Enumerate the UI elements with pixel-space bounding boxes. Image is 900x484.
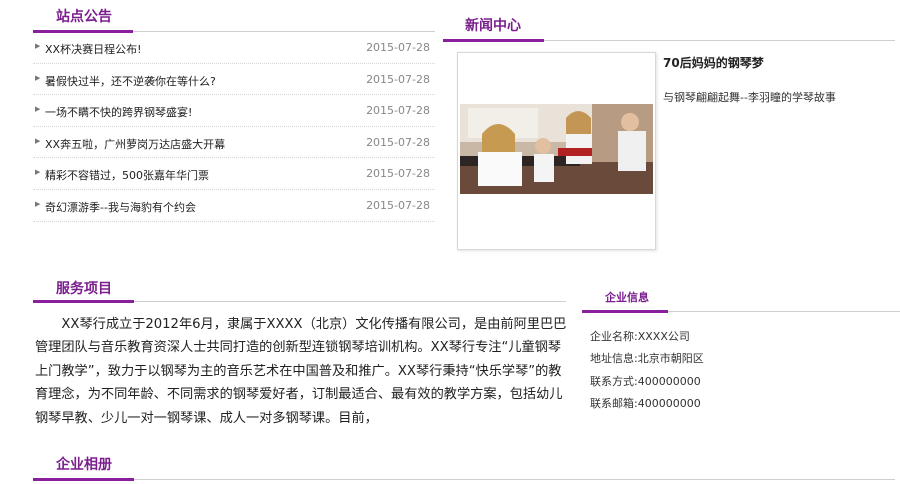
- news-summary-link[interactable]: 与钢琴翩翩起舞--李羽瞳的学琴故事: [663, 89, 836, 105]
- announcement-date: 2015-07-28: [366, 167, 430, 181]
- announcement-item[interactable]: ▶ 奇幻漂游季--我与海豹有个约会 2015-07-28: [33, 190, 435, 222]
- arrow-right-icon: ▶: [35, 42, 41, 50]
- company-info-line: 企业名称:XXXX公司: [590, 330, 690, 343]
- announcements-title: 站点公告: [56, 9, 112, 25]
- album-divider: [33, 479, 895, 480]
- company-info-line: 联系方式:400000000: [590, 374, 701, 388]
- announcement-date: 2015-07-28: [366, 104, 430, 118]
- announcement-list: ▶ XX杯决赛日程公布! 2015-07-28 ▶ 暑假快过半，还不逆袭你在等什么? 20…: [33, 32, 435, 222]
- company-info-list: 企业名称:XXXX公司地址信息:北京市朝阳区 联系方式:400000000 联系邮箱…: [590, 328, 704, 417]
- arrow-right-icon: ▶: [35, 199, 41, 208]
- announcement-item[interactable]: ▶ 一场不瞒不快的跨界钢琴盛宴! 2015-07-28: [33, 95, 435, 127]
- announcement-title-link[interactable]: 一场不瞒不快的跨界钢琴盛宴!: [45, 104, 192, 120]
- announcement-title-link[interactable]: XX奔五啦，广州萝岗万达店盛大开幕: [45, 136, 225, 152]
- announcement-date: 2015-07-28: [366, 198, 430, 212]
- company-title: 企业信息: [605, 291, 649, 304]
- album-accent: [33, 478, 134, 481]
- announcement-item[interactable]: ▶ XX杯决赛日程公布! 2015-07-28: [33, 32, 435, 64]
- album-title: 企业相册: [56, 457, 112, 473]
- announcement-item[interactable]: ▶ 暑假快过半，还不逆袭你在等什么? 2015-07-28: [33, 64, 435, 96]
- announcement-title-link[interactable]: 暑假快过半，还不逆袭你在等什么?: [45, 73, 216, 89]
- company-info-line: 联系邮箱:400000000: [590, 396, 701, 410]
- arrow-right-icon: ▶: [35, 168, 41, 177]
- news-accent: [443, 39, 544, 42]
- services-accent: [33, 300, 134, 303]
- announcement-title-link[interactable]: XX杯决赛日程公布!: [45, 41, 141, 57]
- announcement-item[interactable]: ▶ 精彩不容错过，500张嘉年华门票 2015-07-28: [33, 158, 435, 190]
- company-info-line: 地址信息:北京市朝阳区: [590, 352, 704, 366]
- announcement-title-link[interactable]: 精彩不容错过，500张嘉年华门票: [45, 167, 209, 183]
- services-description: XX琴行成立于2012年6月，隶属于XXXX（北京）文化传播有限公司，是由前阿里…: [35, 317, 567, 426]
- announcement-item[interactable]: ▶ XX奔五啦，广州萝岗万达店盛大开幕 2015-07-28: [33, 127, 435, 159]
- news-headline-link[interactable]: 70后妈妈的钢琴梦: [663, 54, 764, 71]
- arrow-right-icon: ▶: [35, 73, 41, 82]
- news-photo-frame[interactable]: [457, 52, 656, 250]
- arrow-right-icon: ▶: [35, 136, 41, 145]
- services-title: 服务项目: [56, 281, 112, 297]
- announcement-title-link[interactable]: 奇幻漂游季--我与海豹有个约会: [45, 199, 196, 215]
- company-accent: [582, 310, 668, 313]
- announcement-date: 2015-07-28: [366, 72, 430, 86]
- news-photo[interactable]: [460, 104, 653, 194]
- announcement-date: 2015-07-28: [366, 135, 430, 149]
- announcement-date: 2015-07-28: [366, 41, 430, 54]
- news-title: 新闻中心: [465, 18, 521, 34]
- arrow-right-icon: ▶: [35, 105, 41, 114]
